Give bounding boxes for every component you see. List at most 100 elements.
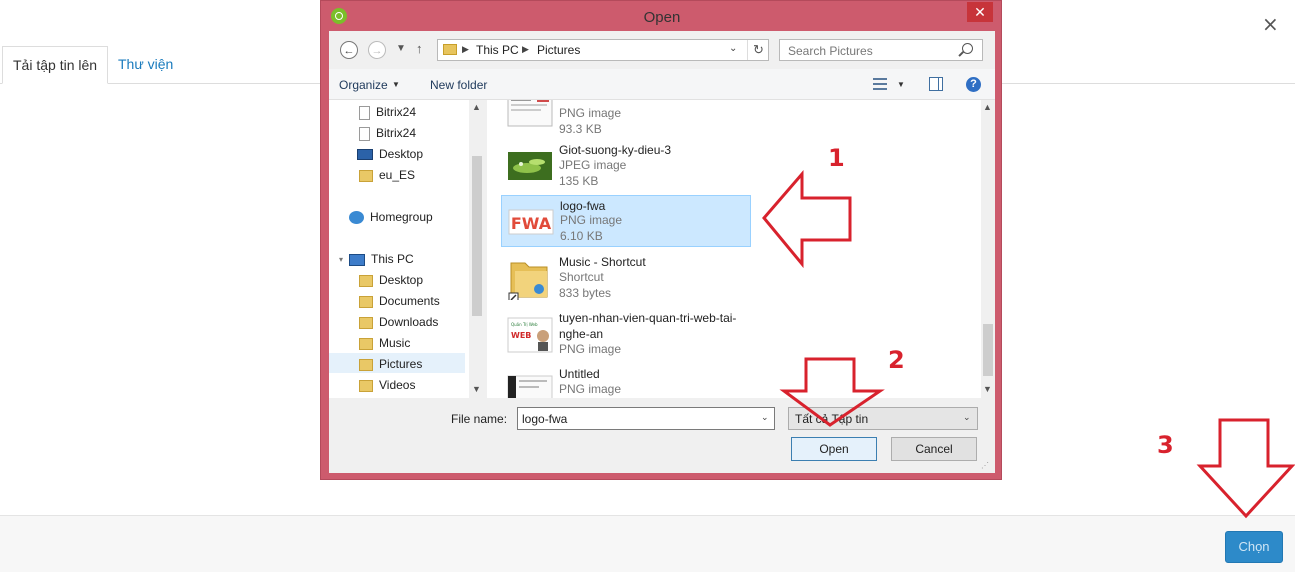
- file-name: tuyen-nhan-vien-quan-tri-web-tai-nghe-an: [559, 311, 737, 341]
- refresh-icon[interactable]: ↻: [747, 40, 769, 60]
- file-size: 135 KB: [559, 174, 599, 188]
- chevron-down-icon[interactable]: ▼: [897, 80, 905, 89]
- file-item[interactable]: Untitled PNG image: [501, 364, 751, 398]
- file-item[interactable]: PNG image 93.3 KB: [501, 100, 751, 136]
- close-icon[interactable]: ×: [1262, 12, 1279, 36]
- file-item[interactable]: Quản Trị Web WEB tuyen-nhan-vien-quan-tr…: [501, 308, 751, 360]
- document-icon: [359, 105, 370, 120]
- file-name-field[interactable]: logo-fwa ⌄: [517, 407, 775, 430]
- desktop-icon: [357, 149, 373, 161]
- nav-item-desktop[interactable]: Desktop: [357, 144, 423, 164]
- back-arrow-icon[interactable]: ←: [340, 41, 358, 59]
- address-bar[interactable]: ▶ This PC ▶ Pictures ⌄ ↻: [437, 39, 769, 61]
- nav-item-pictures[interactable]: Pictures: [329, 353, 465, 373]
- tab-library[interactable]: Thư viện: [108, 46, 183, 82]
- scroll-up-icon[interactable]: ▲: [983, 102, 992, 112]
- file-size: 6.10 KB: [560, 229, 603, 243]
- resize-grip-icon[interactable]: ⋰: [981, 461, 989, 470]
- chevron-down-icon[interactable]: ⌄: [963, 412, 971, 423]
- up-arrow-icon[interactable]: ↑: [416, 41, 423, 56]
- search-icon[interactable]: [962, 43, 973, 54]
- thumb-text: WEB: [511, 331, 531, 340]
- navigation-scrollbar[interactable]: ▲ ▼: [469, 100, 485, 398]
- scroll-thumb[interactable]: [472, 156, 482, 316]
- folder-icon: [359, 274, 373, 287]
- chevron-down-icon[interactable]: ⌄: [729, 43, 737, 54]
- breadcrumb-this-pc[interactable]: This PC: [476, 43, 519, 57]
- chevron-right-icon[interactable]: ▶: [522, 44, 529, 55]
- dialog-body: ← → ▼ ↑ ▶ This PC ▶ Pictures ⌄ ↻ Search …: [329, 31, 995, 473]
- chevron-down-icon[interactable]: ⌄: [761, 412, 769, 423]
- file-type: PNG image: [559, 382, 622, 396]
- file-list[interactable]: PNG image 93.3 KB Giot-suong-ky-dieu-3 J…: [487, 100, 983, 398]
- folder-icon: [359, 358, 373, 371]
- nav-item-eu-es[interactable]: eu_ES: [359, 165, 415, 185]
- logo-text: FWA: [511, 214, 552, 233]
- file-item-selected[interactable]: FWA logo-fwa PNG image 6.10 KB: [501, 195, 751, 247]
- file-type: PNG image: [560, 213, 623, 227]
- document-icon: [359, 126, 370, 141]
- cancel-button[interactable]: Cancel: [891, 437, 977, 461]
- recent-dropdown-icon[interactable]: ▼: [396, 43, 406, 54]
- file-type: PNG image: [559, 106, 622, 120]
- new-folder-button[interactable]: New folder: [430, 78, 487, 92]
- folder-icon: [443, 44, 457, 55]
- file-type: JPEG image: [559, 158, 627, 172]
- file-item[interactable]: Music - Shortcut Shortcut 833 bytes: [501, 252, 751, 304]
- nav-item-downloads[interactable]: Downloads: [359, 312, 438, 332]
- search-input[interactable]: Search Pictures: [779, 39, 983, 61]
- file-name: Untitled: [559, 367, 600, 381]
- footer: [0, 516, 1295, 572]
- file-name-label: File name:: [451, 412, 508, 426]
- view-options-icon[interactable]: [873, 78, 887, 91]
- image-thumbnail-icon: [507, 375, 553, 398]
- nav-item-desktop[interactable]: Desktop: [359, 270, 423, 290]
- nav-item-documents[interactable]: Documents: [359, 291, 440, 311]
- expand-icon[interactable]: ▾: [339, 255, 343, 264]
- file-list-scrollbar[interactable]: ▲ ▼: [981, 100, 995, 398]
- scroll-down-icon[interactable]: ▼: [983, 384, 992, 394]
- file-name: logo-fwa: [560, 199, 606, 213]
- nav-item-videos[interactable]: Videos: [359, 375, 415, 395]
- annotation-number-3: 3: [1157, 431, 1174, 459]
- image-thumbnail-icon: [507, 100, 553, 127]
- chevron-down-icon[interactable]: ▼: [392, 80, 400, 89]
- nav-item-bitrix24[interactable]: Bitrix24: [359, 123, 416, 143]
- file-type: Shortcut: [559, 270, 604, 284]
- chevron-right-icon[interactable]: ▶: [462, 44, 469, 55]
- file-item[interactable]: Giot-suong-ky-dieu-3 JPEG image 135 KB: [501, 140, 751, 192]
- file-name-value: logo-fwa: [522, 412, 568, 426]
- scroll-thumb[interactable]: [983, 324, 993, 376]
- annotation-arrow-down-icon: [779, 357, 885, 427]
- forward-arrow-icon[interactable]: →: [368, 41, 386, 59]
- dialog-close-button[interactable]: ✕: [967, 2, 993, 22]
- folder-shortcut-icon: [508, 262, 548, 300]
- toolbar: Organize ▼ New folder ▼ ?: [329, 69, 995, 100]
- scroll-up-icon[interactable]: ▲: [472, 102, 481, 112]
- nav-item-this-pc[interactable]: This PC: [349, 249, 414, 269]
- scroll-down-icon[interactable]: ▼: [472, 384, 481, 394]
- file-size: 93.3 KB: [559, 122, 602, 136]
- annotation-arrow-down-icon: [1196, 418, 1295, 519]
- folder-icon: [359, 316, 373, 329]
- svg-text:Quản Trị Web: Quản Trị Web: [511, 322, 538, 327]
- folder-icon: [359, 295, 373, 308]
- organize-button[interactable]: Organize: [339, 78, 388, 92]
- folder-icon: [359, 337, 373, 350]
- file-size: 833 bytes: [559, 286, 612, 300]
- tab-upload[interactable]: Tải tập tin lên: [2, 46, 109, 84]
- preview-pane-icon[interactable]: [929, 77, 943, 91]
- nav-item-bitrix24[interactable]: Bitrix24: [359, 102, 416, 122]
- homegroup-icon: [349, 211, 364, 225]
- annotation-arrow-left-icon: [762, 169, 852, 269]
- file-name: Giot-suong-ky-dieu-3: [559, 143, 672, 157]
- open-button[interactable]: Open: [791, 437, 877, 461]
- help-icon[interactable]: ?: [966, 77, 981, 92]
- navigation-pane[interactable]: Bitrix24 Bitrix24 Desktop eu_ES Homegrou…: [329, 100, 480, 398]
- choose-button[interactable]: Chọn: [1225, 531, 1283, 563]
- annotation-number-2: 2: [888, 346, 905, 374]
- nav-item-music[interactable]: Music: [359, 333, 410, 353]
- breadcrumb-pictures[interactable]: Pictures: [537, 43, 580, 57]
- nav-item-homegroup[interactable]: Homegroup: [349, 207, 433, 227]
- open-file-dialog: Open ✕ ← → ▼ ↑ ▶ This PC ▶ Pictures ⌄ ↻ …: [320, 0, 1002, 480]
